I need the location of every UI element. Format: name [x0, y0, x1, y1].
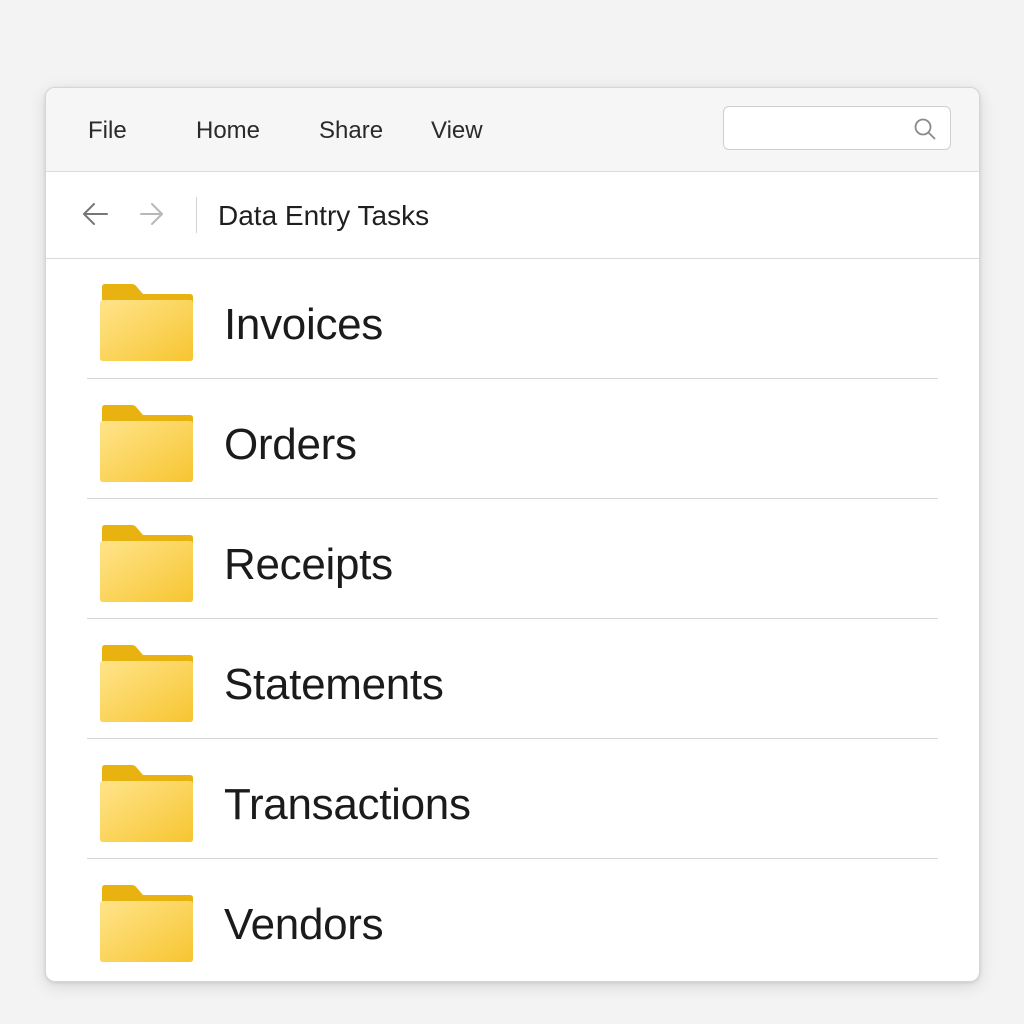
folder-row-orders[interactable]: Orders [46, 379, 979, 499]
folder-name: Transactions [224, 780, 471, 829]
folder-icon [100, 405, 193, 482]
menu-share[interactable]: Share [319, 116, 383, 146]
folder-icon [100, 525, 193, 602]
menu-home[interactable]: Home [196, 116, 260, 146]
folder-icon [100, 765, 193, 842]
folder-row-vendors[interactable]: Vendors [46, 859, 979, 979]
search-input[interactable] [734, 113, 908, 145]
nav-divider [196, 197, 197, 233]
folder-name: Invoices [224, 300, 384, 349]
breadcrumb[interactable]: Data Entry Tasks [218, 199, 429, 233]
back-arrow-icon[interactable] [79, 199, 111, 229]
folder-list: Invoices Orders Receipts Statements Tran… [46, 259, 979, 979]
menu-file[interactable]: File [88, 116, 127, 146]
search-icon[interactable] [912, 116, 938, 142]
folder-row-invoices[interactable]: Invoices [46, 259, 979, 379]
forward-arrow-icon[interactable] [137, 199, 169, 229]
folder-name: Orders [224, 420, 357, 469]
folder-icon [100, 284, 193, 361]
menu-view[interactable]: View [431, 116, 483, 146]
folder-icon [100, 885, 193, 962]
folder-name: Vendors [224, 900, 384, 949]
folder-name: Receipts [224, 540, 393, 589]
folder-row-transactions[interactable]: Transactions [46, 739, 979, 859]
navigation-bar: Data Entry Tasks [46, 172, 979, 259]
folder-row-receipts[interactable]: Receipts [46, 499, 979, 619]
folder-name: Statements [224, 660, 444, 709]
menu-bar: File Home Share View [46, 88, 979, 172]
folder-row-statements[interactable]: Statements [46, 619, 979, 739]
folder-icon [100, 645, 193, 722]
search-box[interactable] [723, 106, 951, 150]
file-explorer-window: File Home Share View Data Entry Tasks In… [45, 87, 980, 982]
